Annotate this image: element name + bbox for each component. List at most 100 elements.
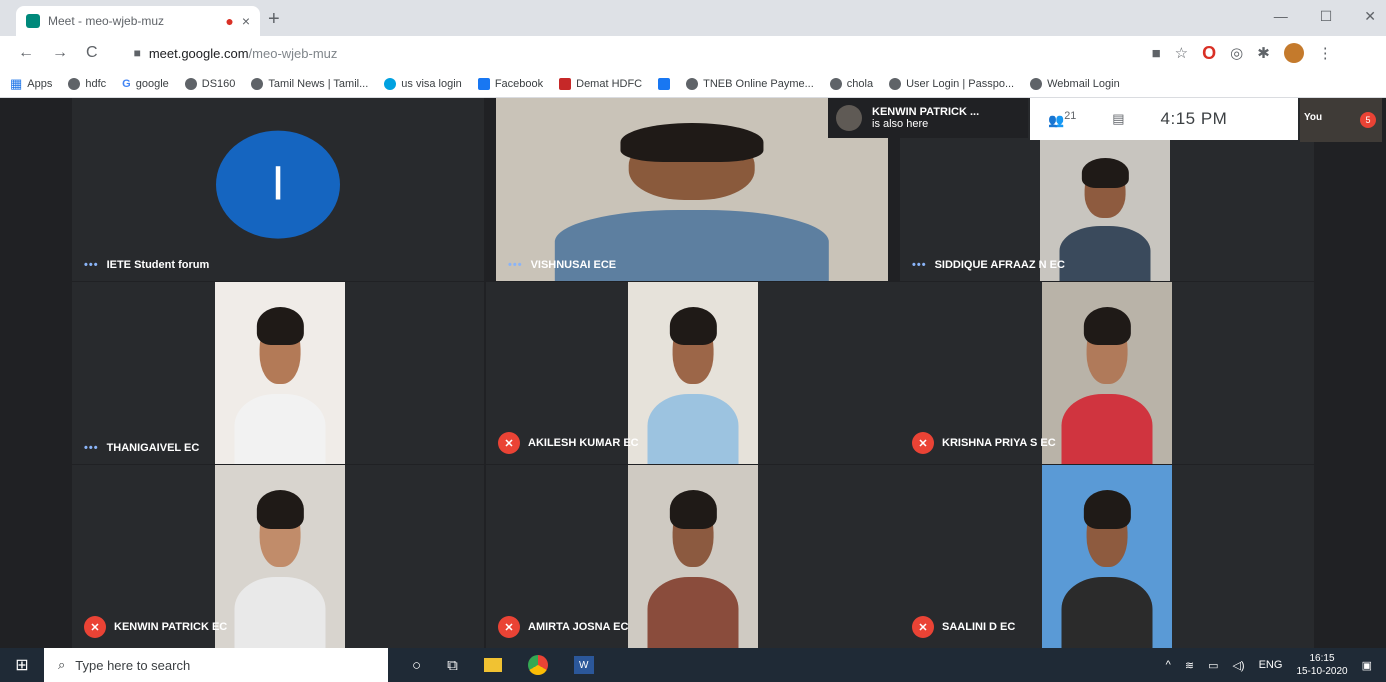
battery-icon[interactable]: ▭ — [1208, 659, 1218, 672]
bookmark-item[interactable]: hdfc — [68, 77, 106, 90]
participant-name: KRISHNA PRIYA S EC — [942, 437, 1056, 449]
url-host: meet.google.com — [148, 45, 249, 61]
participant-avatar: I — [216, 130, 340, 239]
extensions-area: ■ ☆ O ◎ ✱ ⋮ — [1152, 43, 1333, 64]
participant-video — [628, 282, 758, 464]
bookmarks-bar: ▦ Apps hdfc Ggoogle DS160 Tamil News | Tamil.… — [0, 70, 1386, 98]
participant-name-row: ✕ AKILESH KUMAR EC — [498, 432, 639, 454]
maximize-button[interactable]: ☐ — [1320, 8, 1333, 25]
word-icon[interactable]: W — [573, 656, 594, 674]
participant-tile[interactable]: I ••• IETE Student forum — [72, 98, 484, 281]
participant-video — [1042, 282, 1172, 464]
clock-date: 15-10-2020 — [1296, 666, 1348, 677]
bookmark-item[interactable]: TNEB Online Payme... — [686, 77, 814, 90]
bookmark-item[interactable]: DS160 — [184, 77, 236, 90]
bookmark-label: Tamil News | Tamil... — [268, 77, 369, 90]
bookmark-label: Facebook — [494, 77, 544, 90]
bookmark-item[interactable]: Ggoogle — [122, 78, 169, 90]
globe-icon — [1030, 77, 1043, 90]
language-indicator[interactable]: ENG — [1259, 659, 1283, 671]
bookmark-label: Webmail Login — [1047, 77, 1120, 90]
opera-icon[interactable]: O — [1202, 43, 1216, 64]
mic-off-icon: ✕ — [498, 432, 520, 454]
profile-avatar[interactable] — [1283, 43, 1304, 63]
system-tray: ^ ≋ ▭ ◁) ENG 16:15 15-10-2020 ▣ — [1166, 652, 1386, 678]
close-window-button[interactable]: ✕ — [1364, 8, 1376, 25]
participant-name: SAALINI D EC — [942, 621, 1016, 633]
bookmark-label: DS160 — [201, 77, 236, 90]
meet-tab[interactable]: Meet - meo-wjeb-muz ● × — [16, 6, 260, 36]
bookmark-star-icon[interactable]: ☆ — [1175, 44, 1188, 62]
participant-tile[interactable]: ✕ KENWIN PATRICK EC — [72, 465, 484, 648]
notifications-icon[interactable]: ▣ — [1362, 659, 1372, 672]
participant-tile[interactable]: ✕ KRISHNA PRIYA S EC — [900, 282, 1314, 464]
forward-button[interactable]: → — [52, 44, 68, 62]
reload-button[interactable]: C — [86, 44, 98, 62]
puzzle-icon[interactable]: ✱ — [1257, 44, 1270, 62]
bookmark-item[interactable]: Tamil News | Tamil... — [251, 77, 369, 90]
chat-button[interactable]: ▤ — [1112, 111, 1124, 127]
people-icon: 👥 — [1048, 112, 1065, 128]
network-icon[interactable]: ≋ — [1185, 659, 1194, 672]
bookmark-item[interactable] — [658, 77, 671, 90]
participant-name: KENWIN PATRICK EC — [114, 621, 228, 633]
participant-name-row: ••• IETE Student forum — [84, 259, 209, 271]
participant-figure — [234, 487, 326, 648]
participant-tile[interactable]: ••• THANIGAIVEL EC — [72, 282, 484, 464]
salesforce-icon — [384, 77, 397, 90]
windows-logo-icon: ⊞ — [15, 657, 29, 674]
participant-video — [215, 465, 345, 648]
mic-off-icon: ✕ — [84, 616, 106, 638]
participant-figure — [1061, 304, 1153, 464]
globe-icon — [686, 77, 699, 90]
back-button[interactable]: ← — [18, 44, 34, 62]
camera-icon[interactable]: ■ — [1152, 45, 1161, 62]
people-button[interactable]: 👥21 — [1048, 110, 1076, 128]
notification-text: KENWIN PATRICK ... is also here — [872, 106, 979, 130]
bookmark-item[interactable]: Demat HDFC — [559, 77, 642, 90]
bookmark-item[interactable]: chola — [829, 77, 873, 90]
chrome-icon[interactable] — [527, 655, 548, 675]
participant-figure — [234, 304, 326, 464]
self-view-tile[interactable]: You 5 — [1300, 98, 1382, 142]
bookmark-label: us visa login — [401, 77, 462, 90]
participant-tile[interactable]: ✕ SAALINI D EC — [900, 465, 1314, 648]
bookmark-item[interactable]: ▦ Apps — [10, 76, 52, 92]
bookmark-item[interactable]: User Login | Passpo... — [889, 77, 1014, 90]
taskbar-clock[interactable]: 16:15 15-10-2020 — [1296, 652, 1347, 678]
participant-name: AKILESH KUMAR EC — [528, 437, 639, 449]
volume-icon[interactable]: ◁) — [1232, 659, 1244, 672]
taskbar-search[interactable]: ⌕ Type here to search — [44, 648, 388, 682]
new-tab-button[interactable]: + — [268, 8, 280, 31]
bookmark-item[interactable]: Webmail Login — [1030, 77, 1120, 90]
cortana-icon[interactable]: ○ — [412, 657, 421, 674]
mic-off-icon: ✕ — [498, 616, 520, 638]
tray-expand-icon[interactable]: ^ — [1166, 659, 1171, 671]
bookmark-item[interactable]: us visa login — [384, 77, 462, 90]
participant-name: IETE Student forum — [106, 259, 210, 271]
tab-title: Meet - meo-wjeb-muz — [48, 14, 165, 28]
address-bar[interactable]: ■ meet.google.com/meo-wjeb-muz — [121, 39, 1132, 67]
tab-close-icon[interactable]: × — [242, 13, 250, 29]
participant-tile[interactable]: ✕ AKILESH KUMAR EC — [486, 282, 902, 464]
apps-grid-icon: ▦ — [10, 75, 23, 91]
minimize-button[interactable]: — — [1274, 8, 1288, 25]
speaking-indicator-icon: ••• — [84, 442, 99, 454]
task-view-icon[interactable]: ⧉ — [447, 657, 458, 674]
mic-off-icon: ✕ — [912, 616, 934, 638]
participant-tile[interactable]: ✕ AMIRTA JOSNA EC — [486, 465, 902, 648]
bookmark-item[interactable]: Facebook — [477, 77, 544, 90]
search-placeholder: Type here to search — [75, 657, 191, 673]
extension-icon[interactable]: ◎ — [1230, 44, 1243, 62]
participant-name: AMIRTA JOSNA EC — [528, 621, 629, 633]
menu-kebab-icon[interactable]: ⋮ — [1318, 44, 1333, 62]
meeting-clock: 4:15 PM — [1160, 109, 1228, 128]
participant-figure — [1059, 155, 1151, 281]
news-icon — [251, 77, 264, 90]
file-explorer-icon[interactable] — [483, 658, 502, 672]
participant-name-row: ✕ KRISHNA PRIYA S EC — [912, 432, 1056, 454]
start-button[interactable]: ⊞ — [0, 655, 44, 675]
chat-icon: ▤ — [1112, 111, 1125, 126]
notification-name: KENWIN PATRICK ... — [872, 106, 980, 118]
taskbar-apps: ○ ⧉ W — [412, 655, 594, 675]
